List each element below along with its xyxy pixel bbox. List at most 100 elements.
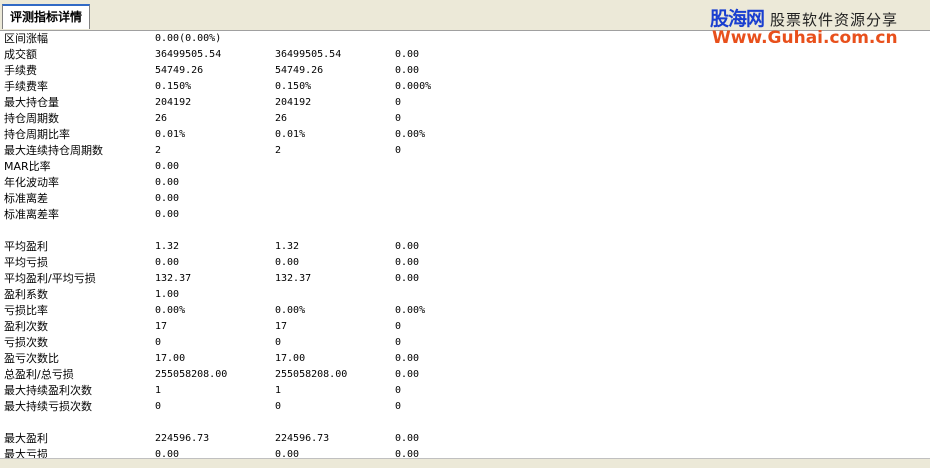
- metric-row: 最大持续盈利次数 1 1 0: [0, 383, 930, 399]
- metric-row: 亏损比率 0.00% 0.00% 0.00%: [0, 303, 930, 319]
- metric-row: 盈亏次数比 17.00 17.00 0.00: [0, 351, 930, 367]
- metric-value-all: 0.00: [155, 177, 180, 188]
- metric-value-all: 255058208.00: [155, 369, 228, 380]
- metric-label: 最大持续亏损次数: [4, 400, 92, 413]
- metric-label: 平均盈利/平均亏损: [4, 272, 96, 285]
- metric-value-long: 17: [275, 321, 288, 332]
- metric-label: 年化波动率: [4, 176, 59, 189]
- metric-value-all: 0: [155, 337, 162, 348]
- metric-row: 手续费 54749.26 54749.26 0.00: [0, 63, 930, 79]
- metric-value-short: 0.00: [395, 369, 420, 380]
- metric-value-all: 54749.26: [155, 65, 204, 76]
- metric-row: 手续费率 0.150% 0.150% 0.000%: [0, 79, 930, 95]
- metric-value-all: 2: [155, 145, 162, 156]
- metric-label: 成交额: [4, 48, 37, 61]
- metric-value-short: 0: [395, 401, 402, 412]
- metric-row: 最大持续亏损次数 0 0 0: [0, 399, 930, 415]
- metric-label: 最大盈利: [4, 432, 48, 445]
- metric-label: 手续费率: [4, 80, 48, 93]
- metric-value-long: 1: [275, 385, 282, 396]
- metric-value-short: 0: [395, 321, 402, 332]
- metric-value-all: 1.00: [155, 289, 180, 300]
- metric-row: 最大持仓量 204192 204192 0: [0, 95, 930, 111]
- metric-value-short: 0: [395, 113, 402, 124]
- metric-value-long: 26: [275, 113, 288, 124]
- metric-value-short: 0: [395, 97, 402, 108]
- metric-value-all: 17: [155, 321, 168, 332]
- metric-value-all: 0.00(0.00%): [155, 33, 222, 44]
- tab-evaluation-details[interactable]: 评测指标详情: [2, 4, 90, 29]
- metric-row: 总盈利/总亏损 255058208.00 255058208.00 0.00: [0, 367, 930, 383]
- metric-label: 亏损比率: [4, 304, 48, 317]
- metric-value-short: 0.00: [395, 433, 420, 444]
- metric-value-short: 0.00: [395, 65, 420, 76]
- metric-value-short: 0.00%: [395, 129, 426, 140]
- metric-row: 标准离差率 0.00: [0, 207, 930, 223]
- metric-label: 最大持仓量: [4, 96, 59, 109]
- metric-value-short: 0.00%: [395, 305, 426, 316]
- metric-row: 成交额 36499505.54 36499505.54 0.00: [0, 47, 930, 63]
- metric-row: 最大连续持仓周期数 2 2 0: [0, 143, 930, 159]
- metric-value-long: 36499505.54: [275, 49, 342, 60]
- metric-value-long: 0.01%: [275, 129, 306, 140]
- metric-value-all: 36499505.54: [155, 49, 222, 60]
- metric-value-short: 0: [395, 385, 402, 396]
- metric-value-short: 0.00: [395, 273, 420, 284]
- metric-value-short: 0.00: [395, 49, 420, 60]
- metric-value-all: 1.32: [155, 241, 180, 252]
- metric-label: 盈利系数: [4, 288, 48, 301]
- metric-label: 亏损次数: [4, 336, 48, 349]
- metric-value-all: 1: [155, 385, 162, 396]
- metric-value-short: 0.00: [395, 353, 420, 364]
- metrics-list: 区间涨幅 0.00(0.00%) 成交额 36499505.54 36499505.54…: [0, 31, 930, 467]
- metric-label: 盈利次数: [4, 320, 48, 333]
- metric-value-all: 0: [155, 401, 162, 412]
- metric-row: MAR比率 0.00: [0, 159, 930, 175]
- metric-value-long: 204192: [275, 97, 312, 108]
- metric-value-long: 255058208.00: [275, 369, 348, 380]
- metric-value-long: 17.00: [275, 353, 306, 364]
- metric-value-long: 0.00: [275, 257, 300, 268]
- metric-label: 盈亏次数比: [4, 352, 59, 365]
- metric-label: 总盈利/总亏损: [4, 368, 74, 381]
- metric-label: 最大连续持仓周期数: [4, 144, 103, 157]
- metric-value-long: 0.150%: [275, 81, 312, 92]
- metric-label: 最大持续盈利次数: [4, 384, 92, 397]
- metric-value-long: 0: [275, 401, 282, 412]
- metric-row: 持仓周期数 26 26 0: [0, 111, 930, 127]
- watermark-tagline: 股票软件资源分享: [770, 11, 899, 29]
- metric-value-all: 0.00%: [155, 305, 186, 316]
- metric-label: 区间涨幅: [4, 32, 48, 45]
- metric-value-all: 224596.73: [155, 433, 210, 444]
- metric-value-short: 0: [395, 337, 402, 348]
- metric-value-all: 0.01%: [155, 129, 186, 140]
- metric-value-all: 0.150%: [155, 81, 192, 92]
- metric-value-long: 1.32: [275, 241, 300, 252]
- metric-label: 持仓周期数: [4, 112, 59, 125]
- metric-value-all: 0.00: [155, 193, 180, 204]
- metric-value-short: 0.00: [395, 257, 420, 268]
- metric-row: 年化波动率 0.00: [0, 175, 930, 191]
- metric-value-long: 0: [275, 337, 282, 348]
- metric-value-long: 224596.73: [275, 433, 330, 444]
- metric-value-all: 26: [155, 113, 168, 124]
- metric-row: 标准离差 0.00: [0, 191, 930, 207]
- metric-value-short: 0: [395, 145, 402, 156]
- metric-row: 盈利系数 1.00: [0, 287, 930, 303]
- metric-value-all: 204192: [155, 97, 192, 108]
- metric-row: 最大盈利 224596.73 224596.73 0.00: [0, 431, 930, 447]
- metric-value-short: 0.00: [395, 241, 420, 252]
- metric-label: 平均亏损: [4, 256, 48, 269]
- metric-value-long: 0.00%: [275, 305, 306, 316]
- metric-label: 手续费: [4, 64, 37, 77]
- metric-value-short: 0.000%: [395, 81, 432, 92]
- metric-label: 标准离差: [4, 192, 48, 205]
- metric-label: 持仓周期比率: [4, 128, 70, 141]
- metric-row: 平均盈利/平均亏损 132.37 132.37 0.00: [0, 271, 930, 287]
- metric-row: 平均盈利 1.32 1.32 0.00: [0, 239, 930, 255]
- metric-row: 盈利次数 17 17 0: [0, 319, 930, 335]
- metric-row: 亏损次数 0 0 0: [0, 335, 930, 351]
- metric-value-long: 54749.26: [275, 65, 324, 76]
- metric-value-all: 0.00: [155, 161, 180, 172]
- metric-row: 区间涨幅 0.00(0.00%): [0, 31, 930, 47]
